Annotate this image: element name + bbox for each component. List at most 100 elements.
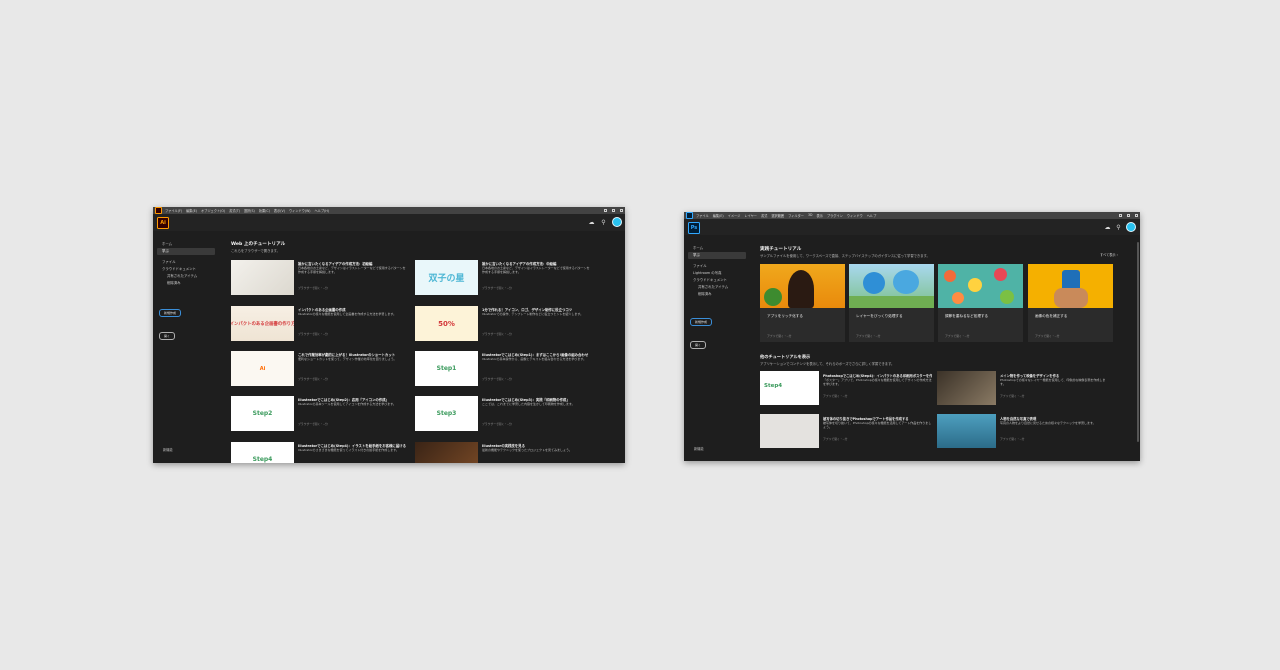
tutorial-card[interactable]: インパクトのある企画書の作り方 インパクトのある企画書の作成 Illustrator… — [231, 306, 408, 343]
tutorial-card[interactable]: 人物を自然な写真で表現 写真の人物をより自然に見せるための様々なテクニックを学習し… — [937, 414, 1109, 461]
menu-item[interactable]: 書式 — [761, 213, 767, 218]
menu-item[interactable]: ウィンドウ — [847, 213, 863, 218]
sidebar-item-home[interactable]: ホーム — [157, 241, 215, 248]
menu-item[interactable]: ウィンドウ(W) — [289, 208, 311, 213]
menu-item[interactable]: オブジェクト(O) — [201, 208, 225, 213]
sidebar-item-learn[interactable]: 学ぶ — [688, 252, 746, 259]
sidebar-item-deleted[interactable]: 削除済み — [157, 280, 215, 287]
sidebar-item-cloud-documents[interactable]: クラウドドキュメント — [157, 266, 215, 273]
hands-on-card[interactable]: レイヤーをびっくり処理する アプリで開く・--分 — [849, 264, 934, 342]
open-button[interactable]: 開く — [690, 341, 707, 349]
other-tutorials-header: 他のチュートリアルを表示 アプリケーションでコンテンツを表示して、それらのポーズ… — [760, 354, 894, 366]
sidebar-item-home[interactable]: ホーム — [688, 245, 746, 252]
menu-item[interactable]: ファイル(F) — [165, 208, 182, 213]
menu-item[interactable]: レイヤー — [744, 213, 757, 218]
menu-item[interactable]: 選択範囲 — [771, 213, 784, 218]
sidebar-item-lightroom[interactable]: Lightroom の写真 — [688, 270, 746, 277]
hands-on-card[interactable]: 調節を重ねるなど処理する アプリで開く・--分 — [938, 264, 1023, 342]
cloud-icon[interactable]: ☁ — [1104, 224, 1111, 231]
open-button[interactable]: 開く — [159, 332, 176, 340]
card-thumbnail — [849, 264, 934, 308]
tutorial-card[interactable]: メイン物を作って映像をデザインを作る Photoshopでの様々なレイヤー機能を使… — [937, 371, 1109, 419]
tutorial-thumbnail: Step4 — [760, 371, 819, 405]
chevron-right-icon: › — [1116, 253, 1118, 257]
tutorial-card[interactable]: 誰かに言いたくなるアイデアの作成方法：初級編 日本各地のお土産など、デザインはイラ… — [231, 260, 408, 297]
tutorial-meta: ブラウザーで開く・--分 — [298, 332, 328, 336]
menu-item[interactable]: 3D — [808, 213, 812, 218]
menu-item[interactable]: 書式(T) — [229, 208, 240, 213]
scrollbar[interactable] — [1137, 242, 1139, 442]
see-all-link[interactable]: すべて表示 › — [1100, 252, 1118, 257]
menu-item[interactable]: ヘルプ(H) — [315, 208, 329, 213]
sidebar-item-files[interactable]: ファイル — [688, 263, 746, 270]
tutorial-thumbnail — [231, 260, 294, 295]
whats-new-link[interactable]: 新機能 — [163, 447, 173, 452]
search-icon[interactable]: ⚲ — [600, 219, 607, 226]
tutorial-thumbnail: Step4 — [231, 442, 294, 463]
menu-item[interactable]: 効果(C) — [259, 208, 270, 213]
hands-on-card[interactable]: アプリをリッチ化する アプリで開く・--分 — [760, 264, 845, 342]
menu-item[interactable]: 編集(E) — [713, 213, 724, 218]
cloud-icon[interactable]: ☁ — [588, 219, 595, 226]
tutorial-thumbnail: Step1 — [415, 351, 478, 386]
sidebar: ホーム 学ぶ ファイル クラウドドキュメント 共有されたアイテム 削除済み 新規… — [153, 241, 219, 463]
menu-item[interactable]: フィルター — [788, 213, 804, 218]
menu-item[interactable]: ヘルプ — [867, 213, 877, 218]
new-button[interactable]: 新規作成 — [690, 318, 713, 326]
menu-item[interactable]: プラグイン — [827, 213, 843, 218]
menu-item[interactable]: ファイル — [696, 213, 709, 218]
tutorial-meta: アプリで開く・--分 — [823, 394, 848, 398]
app-header: Ps ☁ ⚲ — [684, 219, 1140, 235]
tutorial-card[interactable]: Step1 Illustratorでこはじめ(Step1)：まずはここから!画像の… — [415, 351, 592, 388]
tutorial-card[interactable]: Illustratorの実践技を見る 最新の機能やテクニックを使ったプロジェクトを… — [415, 442, 592, 463]
tutorial-card[interactable]: 被写体の切り抜きでPhotoshopでアート作品を作成する 被写体を切り抜いて、P… — [760, 414, 932, 461]
tutorial-card[interactable]: Ai これで作業効率が劇的に上がる！Illustratorのショートカット 便利なシ… — [231, 351, 408, 388]
hands-on-card[interactable]: 画像の色を補正する アプリで開く・--分 — [1028, 264, 1113, 342]
window-controls[interactable] — [604, 207, 623, 214]
sidebar-item-shared[interactable]: 共有されたアイテム — [688, 284, 746, 291]
card-title: レイヤーをびっくり処理する — [856, 314, 903, 318]
sidebar-item-cloud-documents[interactable]: クラウドドキュメント — [688, 277, 746, 284]
tutorial-thumbnail — [760, 414, 819, 448]
menu-item[interactable]: 表示(V) — [274, 208, 285, 213]
thumbnail-label: 50% — [438, 319, 455, 328]
avatar[interactable] — [612, 217, 622, 227]
card-title: アプリをリッチ化する — [767, 314, 803, 318]
tutorial-thumbnail: 50% — [415, 306, 478, 341]
section-subtitle: アプリケーションでコンテンツを表示して、それらのポーズでさらに詳しく学習できます… — [760, 362, 895, 366]
sidebar-item-files[interactable]: ファイル — [157, 259, 215, 266]
avatar[interactable] — [1126, 222, 1136, 232]
tutorial-card[interactable]: Step4 Photoshopでこはじめ(Step4)：インパクトのある印刷用ポス… — [760, 371, 932, 419]
card-meta: アプリで開く・--分 — [945, 334, 970, 338]
tutorial-card[interactable]: Step2 Illustratorでこはじめ(Step2)：応用「アイコンの作成」… — [231, 396, 408, 433]
learn-header: Web 上のチュートリアル これらをブラウザーで開きます。 — [231, 241, 285, 253]
menu-item[interactable]: 選択(S) — [244, 208, 255, 213]
sidebar-item-deleted[interactable]: 削除済み — [688, 291, 746, 298]
card-meta: アプリで開く・--分 — [856, 334, 881, 338]
thumbnail-label: Step4 — [252, 456, 273, 463]
whats-new-link[interactable]: 新機能 — [694, 446, 704, 451]
page-subtitle: サンプルファイルを使用して、ワークスペースで直接、ステップバイステップのガイダン… — [760, 254, 930, 258]
tutorial-card[interactable]: Step3 Illustratorでこはじめ(Step3)：実践「印刷物の作成」こ… — [415, 396, 592, 433]
tutorial-description: Illustratorの基本ツールを使用してアイコンを作成する方法を学びます。 — [298, 402, 396, 406]
sidebar-item-learn[interactable]: 学ぶ — [157, 248, 215, 255]
thumbnail-label: インパクトのある企画書の作り方 — [231, 321, 294, 327]
page-title: 実践チュートリアル — [760, 247, 802, 252]
sidebar-item-shared[interactable]: 共有されたアイテム — [157, 273, 215, 280]
search-icon[interactable]: ⚲ — [1115, 224, 1122, 231]
new-button[interactable]: 新規作成 — [159, 309, 182, 317]
tutorial-description: Illustratorの様々な機能を使用して企画書を作成する方法を学習します。 — [298, 312, 397, 316]
menu-item[interactable]: 表示 — [816, 213, 822, 218]
tutorial-card[interactable]: 双子の星 誰かに言いたくなるアイデアの作成方法：中級編 日本各地のお土産など、デザイ… — [415, 260, 592, 297]
window-controls[interactable] — [1119, 212, 1138, 219]
tutorial-card[interactable]: Step4 Illustratorでこはじめ(Step4)：イラストを絵手紙をお客… — [231, 442, 408, 463]
menu-item[interactable]: イメージ — [728, 213, 741, 218]
menu-item[interactable]: 編集(E) — [186, 208, 197, 213]
tutorial-meta: ブラウザーで開く・--分 — [482, 332, 512, 336]
card-title: 調節を重ねるなど処理する — [945, 314, 989, 318]
tutorial-card[interactable]: 50% 1分で作れる！アイコン、ロゴ、デザイン制作に役立つコツ Illustrato… — [415, 306, 592, 343]
card-thumbnail — [760, 264, 845, 308]
app-header: Ai ☁ ⚲ — [153, 214, 625, 231]
thumbnail-label — [231, 260, 294, 295]
tutorial-meta: ブラウザーで開く・--分 — [298, 377, 328, 381]
